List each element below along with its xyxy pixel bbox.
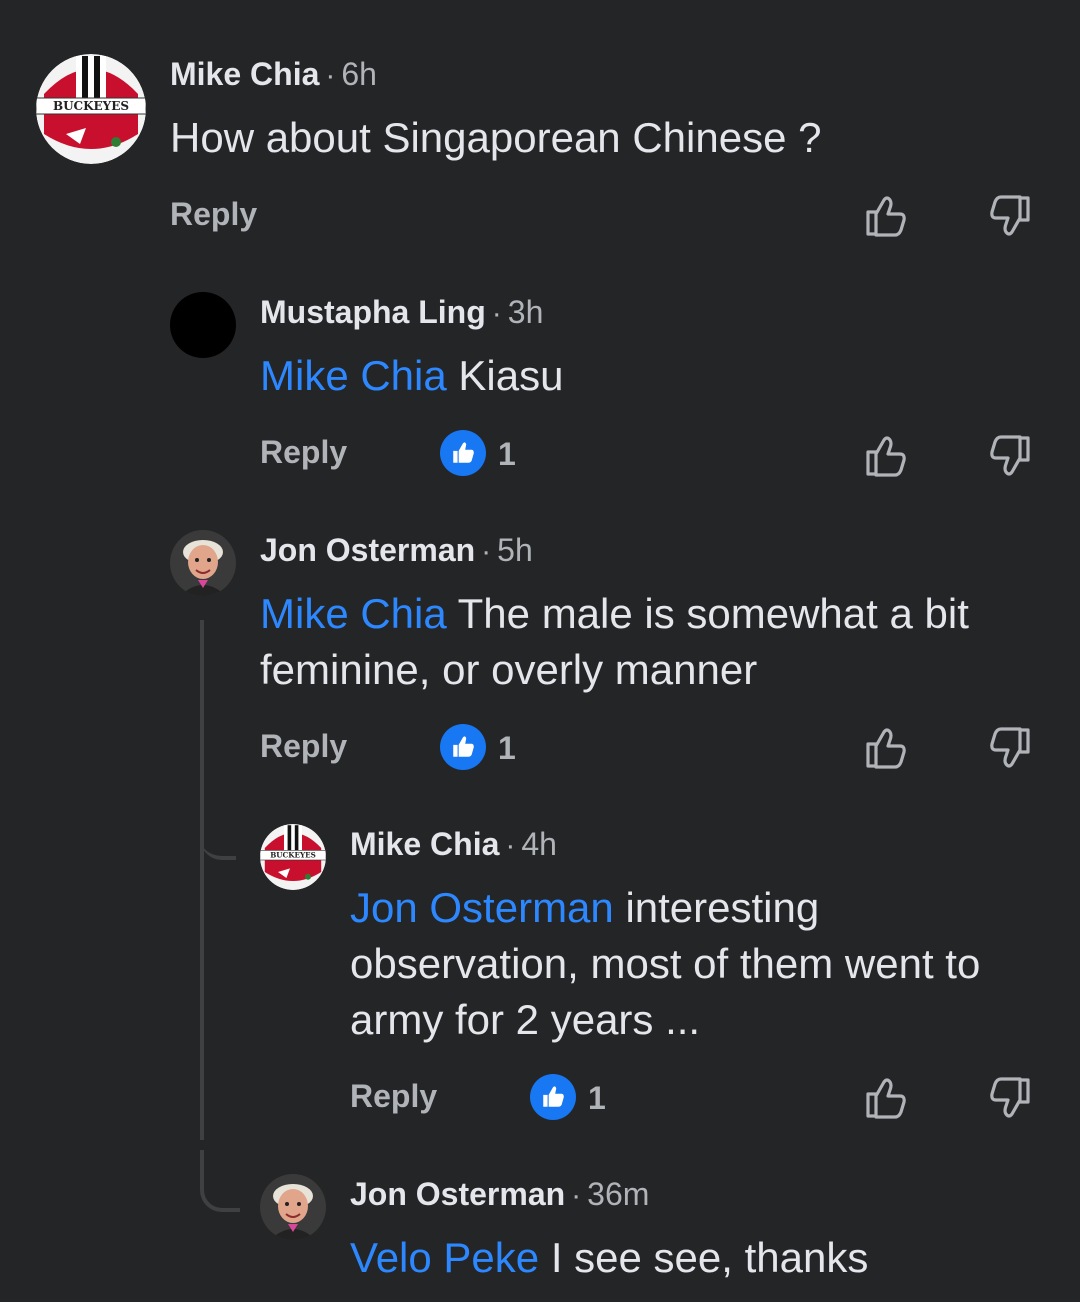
buckeyes-helmet-icon: BUCKEYES (36, 54, 146, 164)
timestamp[interactable]: 6h (341, 56, 377, 92)
downvote-button[interactable] (986, 192, 1034, 240)
mention-link[interactable]: Velo Peke (350, 1234, 539, 1281)
reply-button[interactable]: Reply (350, 1078, 437, 1115)
downvote-button[interactable] (986, 432, 1034, 480)
avatar-black-circle[interactable] (170, 292, 236, 358)
separator-dot: · (505, 829, 516, 862)
thumbs-up-outline-icon (866, 196, 906, 237)
downvote-button[interactable] (986, 1074, 1034, 1122)
comment-body: I see see, thanks (550, 1234, 869, 1281)
separator-dot: · (325, 59, 336, 92)
upvote-button[interactable] (862, 1074, 910, 1122)
thumbs-up-outline-icon (866, 436, 906, 477)
upvote-button[interactable] (862, 724, 910, 772)
thumbs-up-outline-icon (866, 728, 906, 769)
like-count: 1 (498, 730, 516, 766)
author-name[interactable]: Mike Chia (350, 826, 499, 862)
upvote-button[interactable] (862, 192, 910, 240)
avatar-man-portrait[interactable] (260, 1174, 326, 1240)
timestamp[interactable]: 36m (587, 1176, 649, 1212)
thumbs-up-outline-icon (866, 1078, 906, 1119)
author-name[interactable]: Mustapha Ling (260, 294, 486, 330)
timestamp[interactable]: 4h (521, 826, 557, 862)
comment-body: How about Singaporean Chinese ? (170, 114, 822, 161)
separator-dot: · (571, 1179, 582, 1212)
author-name[interactable]: Jon Osterman (350, 1176, 565, 1212)
avatar-man-portrait[interactable] (170, 530, 236, 596)
reply-button[interactable]: Reply (260, 434, 347, 471)
mention-link[interactable]: Mike Chia (260, 352, 447, 399)
comment-text: How about Singaporean Chinese ? (170, 110, 1050, 166)
thread-line-main (200, 620, 204, 1140)
like-badge-icon (453, 442, 474, 463)
comment-text: Jon Osterman interesting observation, mo… (350, 880, 1050, 1048)
thumbs-down-outline-icon (990, 195, 1030, 236)
avatar-helmet-text: BUCKEYES (53, 99, 129, 113)
separator-dot: · (481, 535, 492, 568)
comment-text: Mike Chia The male is somewhat a bit fem… (260, 586, 1050, 698)
thread-connector-reply-5 (200, 1150, 240, 1212)
man-portrait-icon (170, 530, 236, 596)
avatar-helmet-text: BUCKEYES (270, 851, 316, 860)
comment-text: Velo Peke I see see, thanks (350, 1230, 1050, 1286)
like-count: 1 (498, 436, 516, 472)
buckeyes-helmet-icon: BUCKEYES (260, 824, 326, 890)
man-portrait-icon (260, 1174, 326, 1240)
like-badge-icon (453, 736, 474, 757)
upvote-button[interactable] (862, 432, 910, 480)
avatar-buckeyes-helmet[interactable]: BUCKEYES (36, 54, 146, 164)
comment-text: Mike Chia Kiasu (260, 348, 1050, 404)
like-badge[interactable] (530, 1074, 576, 1120)
timestamp[interactable]: 3h (508, 294, 544, 330)
like-count: 1 (588, 1080, 606, 1116)
downvote-button[interactable] (986, 724, 1034, 772)
mention-link[interactable]: Jon Osterman (350, 884, 614, 931)
like-badge[interactable] (440, 430, 486, 476)
author-name[interactable]: Mike Chia (170, 56, 319, 92)
thread-connector-reply-4 (200, 820, 236, 860)
like-badge-icon (543, 1086, 564, 1107)
avatar-buckeyes-helmet[interactable]: BUCKEYES (260, 824, 326, 890)
comment-body: Kiasu (458, 352, 564, 399)
reply-button[interactable]: Reply (260, 728, 347, 765)
reply-button[interactable]: Reply (170, 196, 257, 233)
thumbs-down-outline-icon (990, 435, 1030, 476)
thumbs-down-outline-icon (990, 727, 1030, 768)
mention-link[interactable]: Mike Chia (260, 590, 447, 637)
separator-dot: · (491, 297, 502, 330)
timestamp[interactable]: 5h (497, 532, 533, 568)
like-badge[interactable] (440, 724, 486, 770)
thumbs-down-outline-icon (990, 1077, 1030, 1118)
author-name[interactable]: Jon Osterman (260, 532, 475, 568)
